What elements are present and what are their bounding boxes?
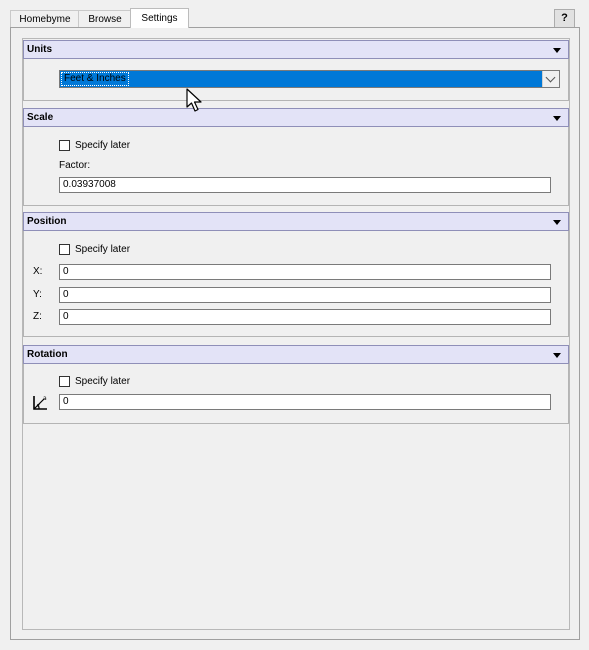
svg-text:a: a [43,395,47,402]
tab-homebyme[interactable]: Homebyme [10,10,80,28]
units-section-header[interactable]: Units [23,40,569,59]
scale-specify-later-checkbox[interactable] [59,140,70,151]
help-button[interactable]: ? [554,9,575,28]
position-specify-later-label: Specify later [75,244,131,255]
scale-section-title: Scale [27,112,54,123]
rotation-specify-later-checkbox[interactable] [59,376,70,387]
rotation-section-title: Rotation [27,349,68,360]
z-label: Z: [33,311,42,322]
collapse-arrow-icon[interactable] [553,220,561,225]
rotate-axis-icon: a [33,395,47,410]
scale-section-body [23,127,569,206]
rotation-field[interactable]: 0 [59,394,551,410]
collapse-arrow-icon[interactable] [553,116,561,121]
factor-field[interactable]: 0.03937008 [59,177,551,193]
y-label: Y: [33,289,42,300]
collapse-arrow-icon[interactable] [553,48,561,53]
y-field[interactable]: 0 [59,287,551,303]
position-specify-later-checkbox[interactable] [59,244,70,255]
chevron-down-icon [545,72,556,83]
x-label: X: [33,266,43,277]
rotation-section-header[interactable]: Rotation [23,345,569,364]
dropdown-button[interactable] [542,71,559,87]
z-field[interactable]: 0 [59,309,551,325]
position-section-title: Position [27,216,67,227]
x-field[interactable]: 0 [59,264,551,280]
scale-section-header[interactable]: Scale [23,108,569,127]
units-dropdown[interactable]: Feet & Inches [59,70,560,88]
units-selected-value: Feet & Inches [61,72,129,86]
tab-browse[interactable]: Browse [78,10,132,28]
units-section-title: Units [27,44,52,55]
scale-specify-later-label: Specify later [75,140,131,151]
rotation-specify-later-label: Specify later [75,376,131,387]
tab-settings[interactable]: Settings [130,8,189,28]
position-section-header[interactable]: Position [23,212,569,231]
factor-label: Factor: [59,160,91,171]
mouse-cursor-icon [186,88,202,112]
collapse-arrow-icon[interactable] [553,353,561,358]
